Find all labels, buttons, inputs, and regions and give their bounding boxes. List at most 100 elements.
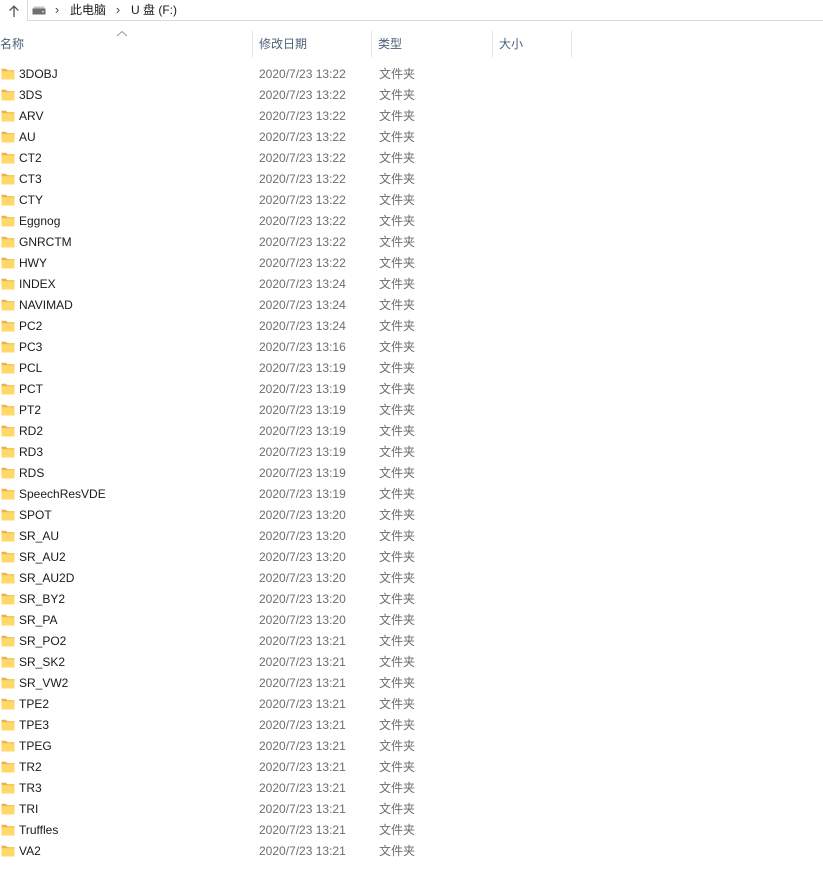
file-modified-date: 2020/7/23 13:21	[259, 802, 346, 816]
folder-row[interactable]: SR_PO2 2020/7/23 13:21 文件夹	[0, 631, 572, 652]
chevron-up-icon	[116, 30, 128, 37]
column-header-label: 修改日期	[259, 37, 308, 51]
file-name: SR_PO2	[19, 634, 67, 648]
file-modified-date: 2020/7/23 13:19	[259, 424, 346, 438]
folder-icon	[1, 68, 15, 80]
file-name: SR_AU2	[19, 550, 66, 564]
folder-icon	[1, 656, 15, 668]
column-header-modified[interactable]: 修改日期	[253, 31, 372, 57]
folder-row[interactable]: TRI 2020/7/23 13:21 文件夹	[0, 799, 572, 820]
folder-row[interactable]: TPEG 2020/7/23 13:21 文件夹	[0, 736, 572, 757]
folder-icon	[1, 635, 15, 647]
file-name: TRI	[19, 802, 39, 816]
file-modified-date: 2020/7/23 13:22	[259, 256, 346, 270]
file-name: SPOT	[19, 508, 52, 522]
folder-icon	[1, 278, 15, 290]
folder-row[interactable]: SR_VW2 2020/7/23 13:21 文件夹	[0, 673, 572, 694]
file-type: 文件夹	[379, 403, 416, 417]
file-name: SpeechResVDE	[19, 487, 106, 501]
file-modified-date: 2020/7/23 13:24	[259, 277, 346, 291]
folder-row[interactable]: SR_AU2 2020/7/23 13:20 文件夹	[0, 547, 572, 568]
breadcrumb-separator[interactable]: ›	[52, 0, 62, 20]
file-modified-date: 2020/7/23 13:20	[259, 550, 346, 564]
folder-icon	[1, 698, 15, 710]
file-name: ARV	[19, 109, 44, 123]
folder-row[interactable]: CTY 2020/7/23 13:22 文件夹	[0, 190, 572, 211]
folder-row[interactable]: PT2 2020/7/23 13:19 文件夹	[0, 400, 572, 421]
file-name: Truffles	[19, 823, 59, 837]
folder-row[interactable]: PCT 2020/7/23 13:19 文件夹	[0, 379, 572, 400]
folder-row[interactable]: Eggnog 2020/7/23 13:22 文件夹	[0, 211, 572, 232]
folder-icon	[1, 89, 15, 101]
file-type: 文件夹	[379, 571, 416, 585]
folder-row[interactable]: 3DOBJ 2020/7/23 13:22 文件夹	[0, 64, 572, 85]
file-type: 文件夹	[379, 235, 416, 249]
folder-icon	[1, 845, 15, 857]
folder-row[interactable]: AU 2020/7/23 13:22 文件夹	[0, 127, 572, 148]
folder-row[interactable]: SR_PA 2020/7/23 13:20 文件夹	[0, 610, 572, 631]
column-header-name[interactable]: 名称	[0, 30, 253, 57]
breadcrumb-separator[interactable]: ›	[113, 0, 123, 20]
file-type: 文件夹	[379, 466, 416, 480]
file-modified-date: 2020/7/23 13:22	[259, 88, 346, 102]
folder-icon	[1, 215, 15, 227]
folder-row[interactable]: NAVIMAD 2020/7/23 13:24 文件夹	[0, 295, 572, 316]
file-modified-date: 2020/7/23 13:22	[259, 235, 346, 249]
folder-row[interactable]: GNRCTM 2020/7/23 13:22 文件夹	[0, 232, 572, 253]
folder-row[interactable]: PC3 2020/7/23 13:16 文件夹	[0, 337, 572, 358]
column-header-label: 类型	[378, 37, 403, 51]
folder-row[interactable]: 3DS 2020/7/23 13:22 文件夹	[0, 85, 572, 106]
file-name: TR3	[19, 781, 42, 795]
folder-icon	[1, 740, 15, 752]
file-type: 文件夹	[379, 193, 416, 207]
folder-row[interactable]: RD2 2020/7/23 13:19 文件夹	[0, 421, 572, 442]
folder-row[interactable]: RDS 2020/7/23 13:19 文件夹	[0, 463, 572, 484]
folder-row[interactable]: SPOT 2020/7/23 13:20 文件夹	[0, 505, 572, 526]
breadcrumb-usb-drive[interactable]: U 盘 (F:)	[131, 0, 177, 20]
folder-row[interactable]: RD3 2020/7/23 13:19 文件夹	[0, 442, 572, 463]
up-button[interactable]	[4, 1, 23, 20]
column-header-size[interactable]: 大小	[493, 31, 572, 57]
file-type: 文件夹	[379, 697, 416, 711]
file-type: 文件夹	[379, 67, 416, 81]
folder-row[interactable]: PC2 2020/7/23 13:24 文件夹	[0, 316, 572, 337]
folder-row[interactable]: CT2 2020/7/23 13:22 文件夹	[0, 148, 572, 169]
folder-row[interactable]: SpeechResVDE 2020/7/23 13:19 文件夹	[0, 484, 572, 505]
file-name: Eggnog	[19, 214, 61, 228]
folder-row[interactable]: PCL 2020/7/23 13:19 文件夹	[0, 358, 572, 379]
file-name: GNRCTM	[19, 235, 72, 249]
folder-row[interactable]: Truffles 2020/7/23 13:21 文件夹	[0, 820, 572, 841]
file-type: 文件夹	[379, 823, 416, 837]
folder-row[interactable]: SR_AU2D 2020/7/23 13:20 文件夹	[0, 568, 572, 589]
folder-row[interactable]: SR_BY2 2020/7/23 13:20 文件夹	[0, 589, 572, 610]
file-modified-date: 2020/7/23 13:19	[259, 466, 346, 480]
address-bar[interactable]: › 此电脑 › U 盘 (F:)	[27, 0, 823, 21]
folder-row[interactable]: TPE2 2020/7/23 13:21 文件夹	[0, 694, 572, 715]
column-header-type[interactable]: 类型	[372, 31, 493, 57]
drive-icon	[32, 0, 46, 20]
folder-icon	[1, 362, 15, 374]
folder-row[interactable]: INDEX 2020/7/23 13:24 文件夹	[0, 274, 572, 295]
column-header-label: 大小	[499, 37, 524, 51]
file-modified-date: 2020/7/23 13:20	[259, 592, 346, 606]
file-type: 文件夹	[379, 340, 416, 354]
folder-row[interactable]: SR_SK2 2020/7/23 13:21 文件夹	[0, 652, 572, 673]
folder-row[interactable]: VA2 2020/7/23 13:21 文件夹	[0, 841, 572, 862]
folder-row[interactable]: TR3 2020/7/23 13:21 文件夹	[0, 778, 572, 799]
breadcrumb-this-pc[interactable]: 此电脑	[70, 0, 106, 20]
file-type: 文件夹	[379, 361, 416, 375]
folder-icon	[1, 530, 15, 542]
file-name: RD3	[19, 445, 44, 459]
folder-row[interactable]: CT3 2020/7/23 13:22 文件夹	[0, 169, 572, 190]
folder-row[interactable]: ARV 2020/7/23 13:22 文件夹	[0, 106, 572, 127]
folder-row[interactable]: HWY 2020/7/23 13:22 文件夹	[0, 253, 572, 274]
file-name: TR2	[19, 760, 42, 774]
folder-row[interactable]: SR_AU 2020/7/23 13:20 文件夹	[0, 526, 572, 547]
file-name: PC2	[19, 319, 43, 333]
folder-row[interactable]: TR2 2020/7/23 13:21 文件夹	[0, 757, 572, 778]
file-modified-date: 2020/7/23 13:16	[259, 340, 346, 354]
folder-row[interactable]: TPE3 2020/7/23 13:21 文件夹	[0, 715, 572, 736]
file-modified-date: 2020/7/23 13:22	[259, 193, 346, 207]
file-type: 文件夹	[379, 634, 416, 648]
file-name: CTY	[19, 193, 43, 207]
